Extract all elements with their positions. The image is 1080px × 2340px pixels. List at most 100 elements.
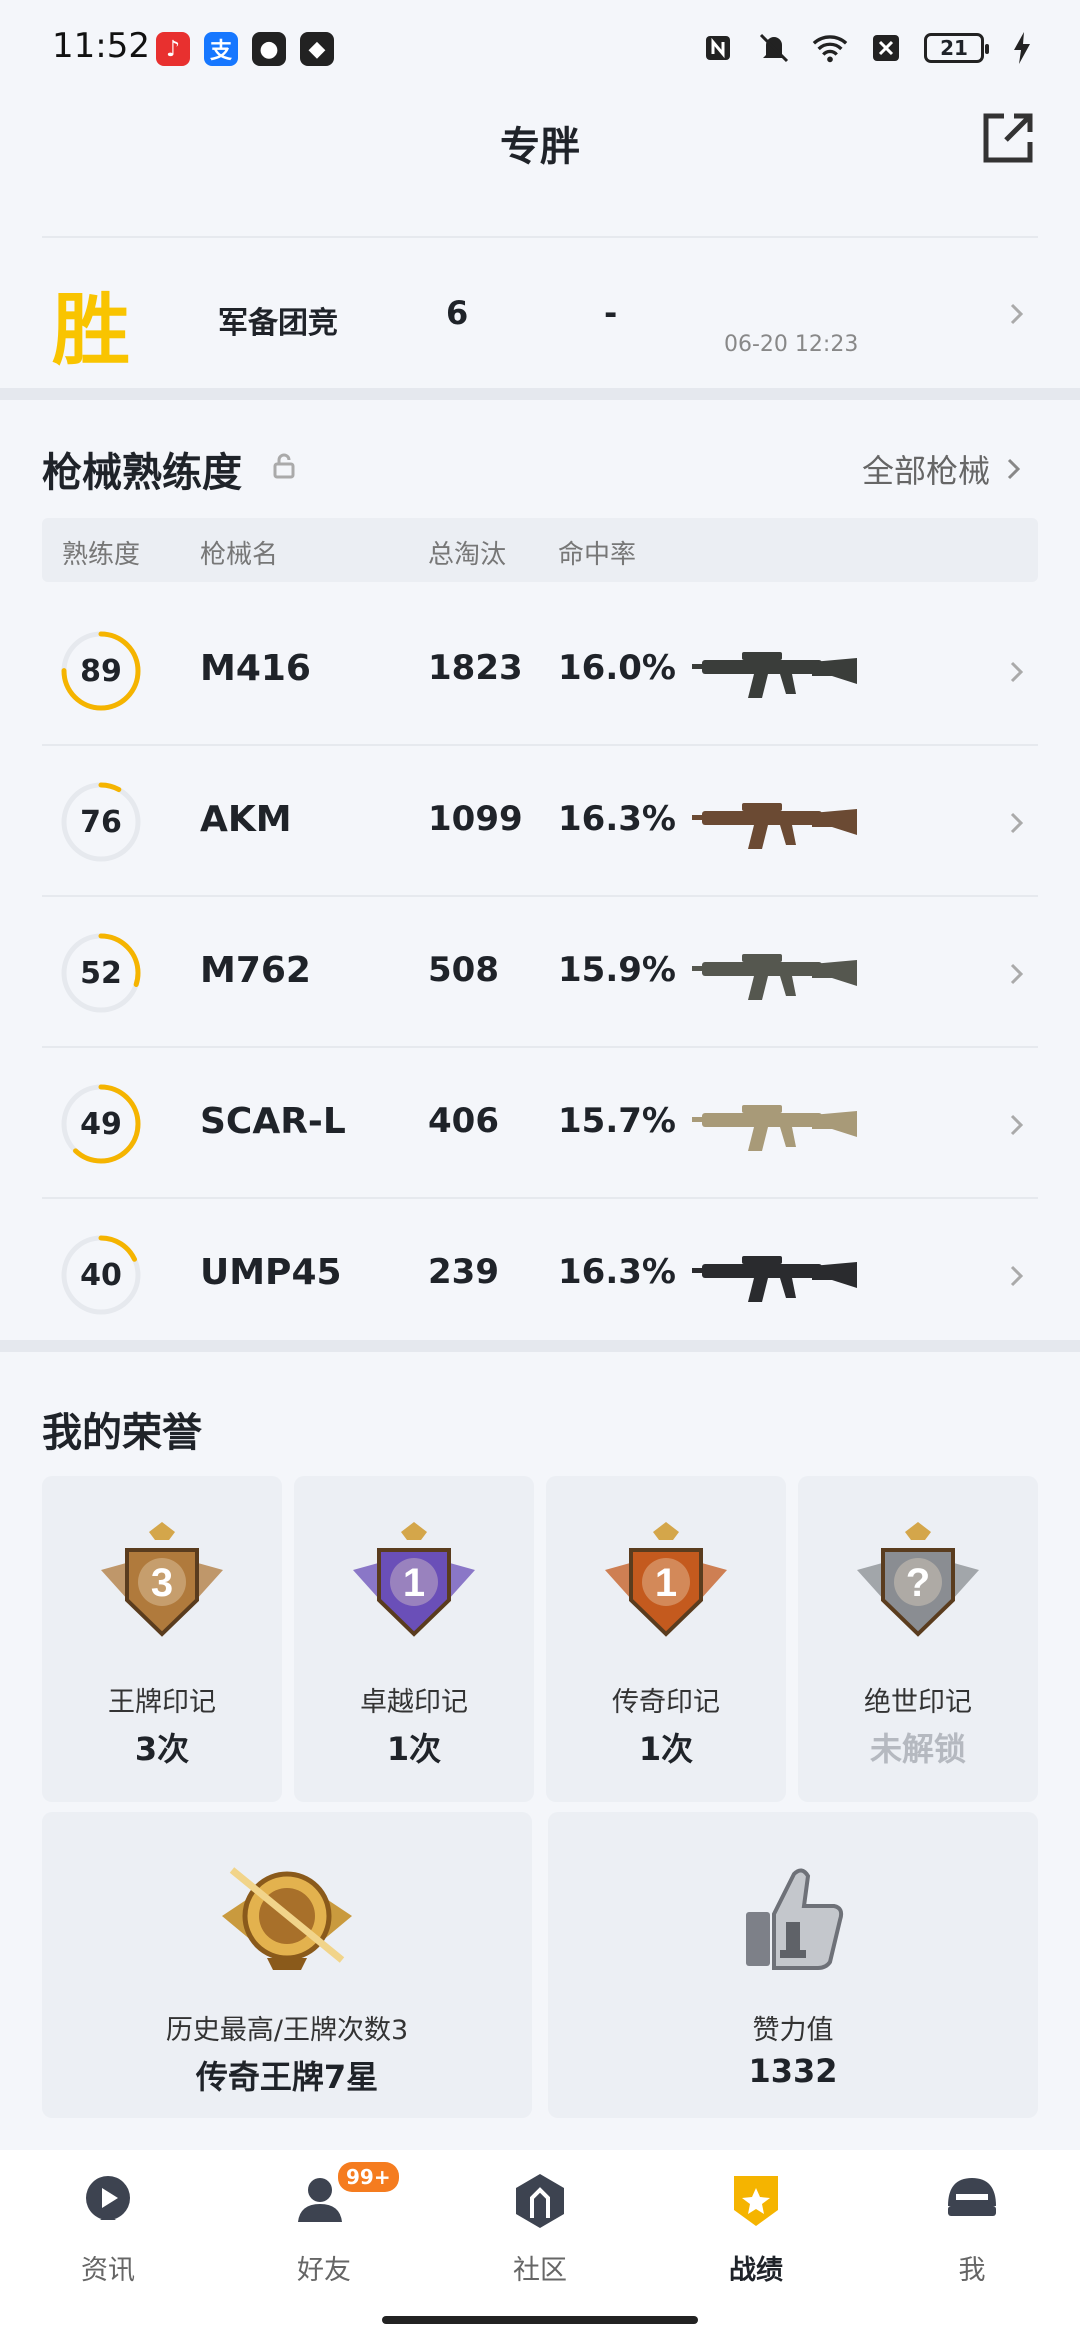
chevron-right-icon (1002, 809, 1030, 837)
mastery-value: 49 (80, 1106, 122, 1142)
weapon-row[interactable]: 52 M762 508 15.9% (42, 898, 1038, 1048)
legend-mark-badge-icon: 1 (605, 1522, 727, 1637)
best-rank-value: 传奇王牌7星 (195, 2058, 379, 2096)
music-app-icon: ♪ (156, 32, 190, 66)
nav-stats[interactable]: 战绩 (686, 2170, 826, 2290)
likes-card[interactable]: 赞力值 1332 (548, 1812, 1038, 2118)
stats-badge-icon (734, 2176, 778, 2226)
likes-label: 赞力值 (752, 2015, 834, 2046)
honor-mark-label: 王牌印记 (108, 1687, 216, 1718)
wifi-icon (812, 30, 848, 66)
weapon-row[interactable]: 49 SCAR-L 406 15.7% (42, 1049, 1038, 1199)
mastery-value: 52 (80, 955, 122, 991)
chevron-right-icon (1002, 1262, 1030, 1290)
friends-badge: 99+ (338, 2162, 399, 2192)
helmet-icon (948, 2178, 996, 2216)
match-kills: 6 (446, 294, 469, 332)
last-match-row[interactable]: 胜 军备团竞 6 - 06-20 12:23 (42, 236, 1038, 386)
all-weapons-label: 全部枪械 (861, 452, 990, 490)
weapon-image-icon (692, 652, 857, 698)
weapon-image-icon (692, 1105, 857, 1151)
mute-icon (756, 30, 792, 66)
header: 专胖 (0, 96, 1080, 236)
column-kills: 总淘汰 (428, 540, 507, 570)
honor-mark-card[interactable]: ? 绝世印记未解锁 (798, 1476, 1038, 1802)
alipay-app-icon: 支 (204, 32, 238, 66)
match-result: 胜 (52, 286, 131, 376)
honor-mark-value: 1次 (638, 1730, 694, 1768)
chevron-right-icon (1002, 1111, 1030, 1139)
weapon-section-title: 枪械熟练度 (42, 450, 242, 496)
honor-mark-card[interactable]: 1 传奇印记 1次 (546, 1476, 786, 1802)
weapon-row[interactable]: 89 M416 1823 16.0% (42, 596, 1038, 746)
news-icon (86, 2176, 130, 2220)
weapon-kills: 508 (428, 950, 499, 990)
nav-community[interactable]: 社区 (470, 2170, 610, 2290)
chevron-right-icon (1002, 300, 1030, 328)
weapon-name: M762 (200, 950, 311, 991)
mastery-value: 76 (80, 804, 122, 840)
match-rank: - (604, 294, 618, 332)
column-accuracy: 命中率 (558, 540, 637, 570)
lock-icon[interactable] (270, 452, 298, 480)
peerless-mark-badge-icon: ? (857, 1522, 979, 1637)
weapon-kills: 1823 (428, 648, 523, 688)
chevron-right-icon (1002, 960, 1030, 988)
nav-news[interactable]: 资讯 (38, 2170, 178, 2290)
badge-number: 1 (403, 1561, 425, 1605)
column-weapon-name: 枪械名 (200, 540, 279, 570)
weapon-name: UMP45 (200, 1252, 342, 1293)
community-icon (516, 2174, 564, 2228)
weapon-image-icon (692, 954, 857, 1000)
honor-mark-card[interactable]: 1 卓越印记 1次 (294, 1476, 534, 1802)
bottom-navigation: 资讯 99+ 好友 社区 战绩 我 (0, 2150, 1080, 2340)
status-time: 11:52 (52, 26, 150, 66)
badge-number: ? (906, 1561, 930, 1605)
share-button[interactable] (976, 106, 1040, 170)
nav-me[interactable]: 我 (902, 2170, 1042, 2290)
weapon-kills: 1099 (428, 799, 523, 839)
thumbs-up-icon (746, 1868, 844, 1970)
weapon-kills: 406 (428, 1101, 499, 1141)
nfc-icon (700, 30, 736, 66)
weapon-row[interactable]: 76 AKM 1099 16.3% (42, 747, 1038, 897)
nav-friends-label: 好友 (297, 2255, 351, 2286)
nav-stats-label: 战绩 (729, 2255, 783, 2286)
match-mode: 军备团竞 (218, 306, 338, 341)
weapon-accuracy: 16.0% (558, 648, 676, 688)
chevron-right-icon (1007, 458, 1021, 480)
all-weapons-link[interactable]: 全部枪械 (862, 446, 1026, 492)
honor-mark-card[interactable]: 3 王牌印记 3次 (42, 1476, 282, 1802)
notification-icons: ♪ 支 ● ◆ (156, 32, 334, 66)
weapon-kills: 239 (428, 1252, 499, 1292)
weapon-row[interactable]: 40 UMP45 239 16.3% (42, 1200, 1038, 1350)
nav-friends[interactable]: 99+ 好友 (254, 2162, 399, 2290)
badge-number: 1 (655, 1561, 677, 1605)
weapon-image-icon (692, 803, 857, 849)
weapon-accuracy: 16.3% (558, 799, 676, 839)
excellence-mark-badge-icon: 1 (353, 1522, 475, 1637)
weapon-name: SCAR-L (200, 1101, 346, 1142)
share-icon (983, 113, 1033, 163)
nav-me-label: 我 (958, 2255, 986, 2286)
legend-ace-badge-icon (222, 1867, 352, 1970)
honor-mark-label: 绝世印记 (864, 1687, 972, 1718)
weapon-accuracy: 15.7% (558, 1101, 676, 1141)
honor-mark-value: 未解锁 (869, 1730, 966, 1768)
home-indicator (382, 2316, 698, 2324)
section-divider (0, 1340, 1080, 1352)
sim-off-icon (868, 30, 904, 66)
nav-news-label: 资讯 (81, 2255, 135, 2286)
column-mastery: 熟练度 (62, 540, 141, 570)
weapon-name: M416 (200, 648, 311, 689)
best-rank-label: 历史最高/王牌次数3 (165, 2015, 409, 2046)
badge-number: 3 (151, 1561, 173, 1605)
honors-section-title: 我的荣誉 (42, 1410, 202, 1456)
battery-indicator: 21 (924, 33, 989, 63)
wechat-app-icon: ● (252, 32, 286, 66)
page-title: 专胖 (500, 124, 580, 170)
honor-mark-value: 1次 (386, 1730, 442, 1768)
game-app-icon: ◆ (300, 32, 334, 66)
mastery-value: 40 (80, 1257, 122, 1293)
best-rank-card[interactable]: 历史最高/王牌次数3 传奇王牌7星 (42, 1812, 532, 2118)
